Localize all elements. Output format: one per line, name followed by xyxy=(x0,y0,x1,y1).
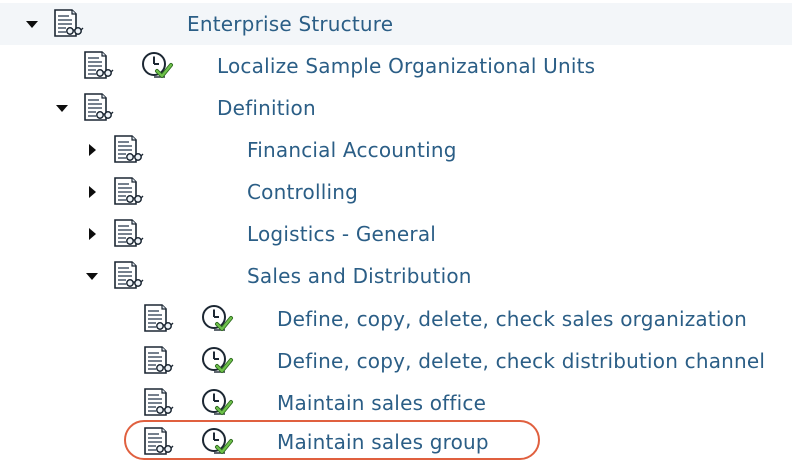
expanded-arrow-icon[interactable] xyxy=(85,269,99,283)
document-icon[interactable] xyxy=(112,218,146,250)
tree-node-label[interactable]: Maintain sales office xyxy=(277,382,486,424)
document-icon[interactable] xyxy=(112,176,146,208)
document-icon[interactable] xyxy=(52,8,86,40)
collapsed-arrow-icon[interactable] xyxy=(85,143,99,157)
tree-node-label[interactable]: Localize Sample Organizational Units xyxy=(217,45,595,87)
tree-node-label[interactable]: Enterprise Structure xyxy=(187,3,393,45)
document-icon[interactable] xyxy=(82,50,116,82)
collapsed-arrow-icon[interactable] xyxy=(85,227,99,241)
execute-clock-icon[interactable] xyxy=(200,345,234,377)
img-tree: Enterprise Structure Localize Sample Org… xyxy=(0,0,792,468)
tree-node-label[interactable]: Sales and Distribution xyxy=(247,255,472,297)
collapsed-arrow-icon[interactable] xyxy=(85,185,99,199)
tree-node-label[interactable]: Financial Accounting xyxy=(247,129,457,171)
expanded-arrow-icon[interactable] xyxy=(25,17,39,31)
document-icon[interactable] xyxy=(142,426,176,458)
tree-node-label[interactable]: Define, copy, delete, check distribution… xyxy=(277,340,765,382)
document-icon[interactable] xyxy=(112,260,146,292)
tree-node-logistics-general[interactable]: Logistics - General xyxy=(0,213,792,255)
tree-node-sales-and-distribution[interactable]: Sales and Distribution xyxy=(0,255,792,297)
expanded-arrow-icon[interactable] xyxy=(55,101,69,115)
document-icon[interactable] xyxy=(82,92,116,124)
document-icon[interactable] xyxy=(142,345,176,377)
tree-node-define-distribution-channel[interactable]: Define, copy, delete, check distribution… xyxy=(0,340,792,382)
tree-node-label[interactable]: Logistics - General xyxy=(247,213,436,255)
execute-clock-icon[interactable] xyxy=(200,387,234,419)
document-icon[interactable] xyxy=(142,387,176,419)
tree-node-label[interactable]: Controlling xyxy=(247,171,358,213)
tree-node-localize-sample-org-units[interactable]: Localize Sample Organizational Units xyxy=(0,45,792,87)
tree-node-define-sales-organization[interactable]: Define, copy, delete, check sales organi… xyxy=(0,298,792,340)
execute-clock-icon[interactable] xyxy=(140,50,174,82)
tree-node-financial-accounting[interactable]: Financial Accounting xyxy=(0,129,792,171)
tree-node-controlling[interactable]: Controlling xyxy=(0,171,792,213)
document-icon[interactable] xyxy=(142,303,176,335)
tree-node-maintain-sales-office[interactable]: Maintain sales office xyxy=(0,382,792,424)
tree-node-label[interactable]: Maintain sales group xyxy=(277,421,489,463)
tree-node-label[interactable]: Define, copy, delete, check sales organi… xyxy=(277,298,747,340)
tree-node-definition[interactable]: Definition xyxy=(0,87,792,129)
tree-node-maintain-sales-group[interactable]: Maintain sales group xyxy=(0,421,792,463)
tree-node-label[interactable]: Definition xyxy=(217,87,316,129)
execute-clock-icon[interactable] xyxy=(200,303,234,335)
document-icon[interactable] xyxy=(112,134,146,166)
execute-clock-icon[interactable] xyxy=(200,426,234,458)
tree-node-enterprise-structure[interactable]: Enterprise Structure xyxy=(0,3,792,45)
